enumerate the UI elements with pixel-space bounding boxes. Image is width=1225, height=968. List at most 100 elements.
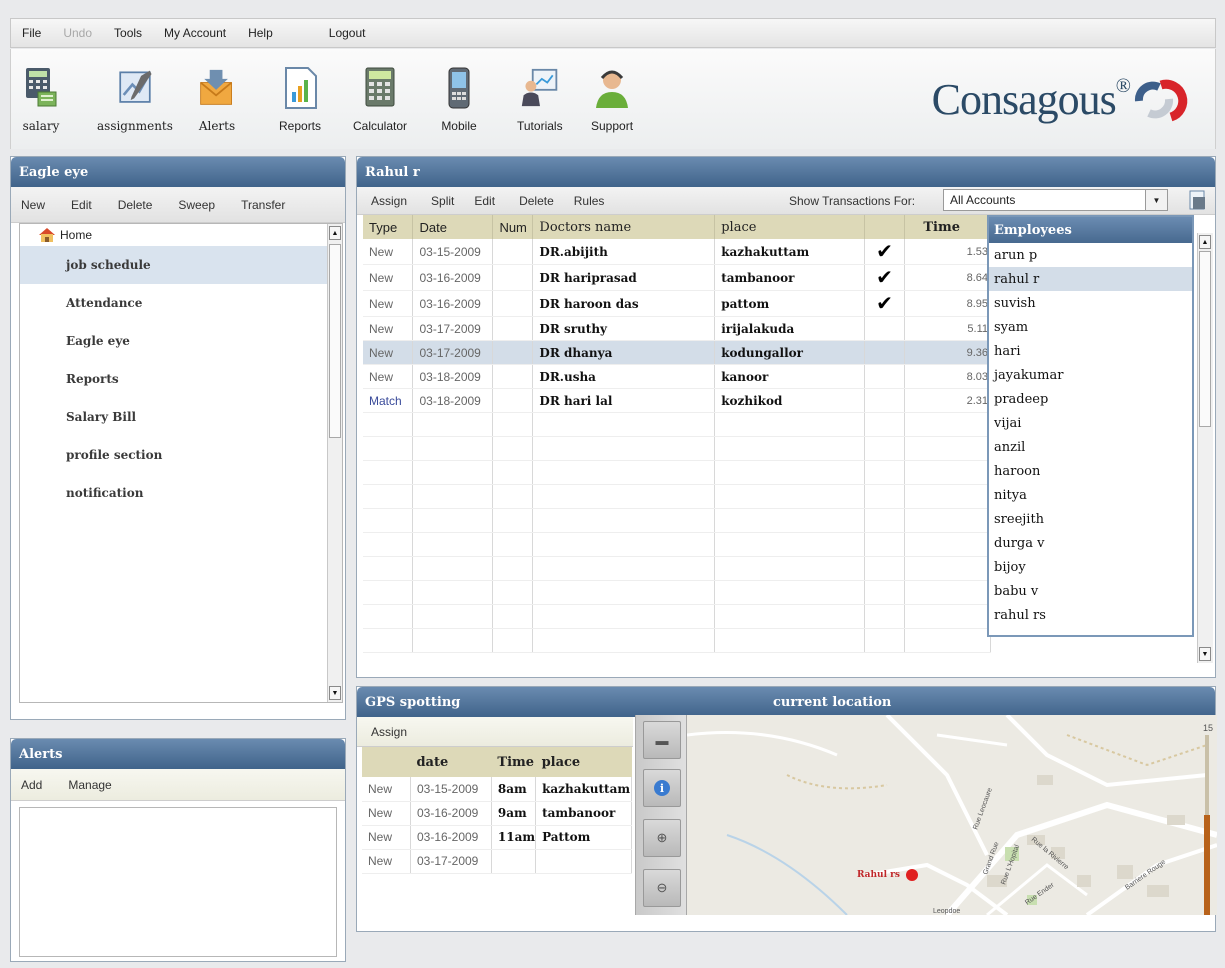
add-alert-button[interactable]: Add (11, 778, 52, 792)
assignments-button[interactable]: assignments (97, 65, 173, 133)
gps-col-date[interactable]: date (410, 747, 492, 777)
table-row[interactable] (363, 628, 991, 653)
list-item[interactable]: sreejith (989, 507, 1192, 531)
account-select[interactable]: All Accounts ▼ (943, 189, 1168, 211)
menu-file[interactable]: File (11, 26, 52, 40)
edit-button[interactable]: Edit (61, 198, 102, 212)
list-item[interactable]: arun p (989, 243, 1192, 267)
calculator-button[interactable]: Calculator (353, 65, 407, 133)
table-row[interactable]: New 03-17-2009 DR sruthy irijalakuda 5.11 (363, 316, 991, 341)
table-row[interactable]: New 03-16-2009 11am Pattom (362, 825, 632, 850)
list-item[interactable]: suvish (989, 291, 1192, 315)
col-doctors-name[interactable]: Doctors name (532, 215, 716, 239)
table-row[interactable] (363, 508, 991, 533)
location-map[interactable]: Rue Leocaure Grand Rue Rue L'Hopital Rue… (687, 715, 1217, 915)
tree-item-notification[interactable]: notification (20, 474, 342, 512)
gps-col-time[interactable]: Time (491, 747, 536, 777)
tree-home[interactable]: Home (20, 224, 342, 246)
scroll-thumb[interactable] (1199, 251, 1211, 427)
col-check (864, 215, 905, 239)
table-row[interactable]: Match 03-18-2009 DR hari lal kozhikod 2.31 (363, 388, 991, 413)
tree-item-profile-section[interactable]: profile section (20, 436, 342, 474)
table-row[interactable]: New 03-15-2009 DR.abijith kazhakuttam ✔ 1.53 (363, 239, 991, 265)
tree-item-job-schedule[interactable]: job schedule (20, 246, 342, 284)
table-row[interactable] (363, 556, 991, 581)
list-item[interactable]: durga v (989, 531, 1192, 555)
zoom-out-button[interactable]: ⊖ (643, 869, 681, 907)
table-row[interactable]: New 03-16-2009 DR hariprasad tambanoor ✔ 8.64 (363, 264, 991, 291)
scroll-up-icon[interactable]: ▲ (329, 226, 341, 240)
menu-my-account[interactable]: My Account (153, 26, 237, 40)
list-item[interactable]: vijai (989, 411, 1192, 435)
table-row[interactable] (363, 412, 991, 437)
register-options-icon[interactable] (1187, 189, 1209, 211)
menu-help[interactable]: Help (237, 26, 284, 40)
delete-transaction-button[interactable]: Delete (509, 194, 564, 208)
list-item[interactable]: babu v (989, 579, 1192, 603)
tutorials-button[interactable]: Tutorials (517, 65, 563, 133)
reports-button[interactable]: Reports (279, 65, 321, 133)
table-row[interactable] (363, 532, 991, 557)
tree-item-attendance[interactable]: Attendance (20, 284, 342, 322)
rules-button[interactable]: Rules (564, 194, 615, 208)
info-button[interactable]: i (643, 769, 681, 807)
scroll-down-icon[interactable]: ▼ (1199, 647, 1211, 661)
chevron-down-icon[interactable]: ▼ (1145, 190, 1167, 210)
transfer-button[interactable]: Transfer (231, 198, 295, 212)
mobile-button[interactable]: Mobile (439, 65, 479, 133)
salary-button[interactable]: salary (21, 65, 61, 133)
list-item[interactable]: haroon (989, 459, 1192, 483)
alerts-button[interactable]: Alerts (197, 65, 237, 133)
col-num[interactable]: Num (492, 215, 534, 239)
table-row[interactable] (363, 460, 991, 485)
list-item[interactable]: nitya (989, 483, 1192, 507)
table-row[interactable] (363, 580, 991, 605)
list-item[interactable]: hari (989, 339, 1192, 363)
col-place[interactable]: place (714, 215, 866, 239)
sweep-button[interactable]: Sweep (168, 198, 225, 212)
gps-cell-type: New (362, 801, 411, 826)
menu-tools[interactable]: Tools (103, 26, 153, 40)
scroll-thumb[interactable] (329, 244, 341, 438)
table-row[interactable] (363, 604, 991, 629)
new-button[interactable]: New (11, 198, 55, 212)
table-row[interactable] (363, 436, 991, 461)
table-row[interactable]: New 03-17-2009 DR dhanya kodungallor 9.36 (363, 340, 991, 365)
tree-scrollbar[interactable]: ▲ ▼ (327, 224, 342, 702)
assign-button[interactable]: Assign (361, 194, 417, 208)
list-item[interactable]: rahul r (989, 267, 1192, 291)
zoom-in-button[interactable]: ⊕ (643, 819, 681, 857)
col-type[interactable]: Type (363, 215, 414, 239)
list-item[interactable]: rahul rs (989, 603, 1192, 627)
scroll-down-icon[interactable]: ▼ (329, 686, 341, 700)
table-row[interactable]: New 03-17-2009 (362, 849, 632, 874)
support-button[interactable]: Support (591, 65, 633, 133)
table-row[interactable]: New 03-16-2009 9am tambanoor (362, 801, 632, 826)
list-item[interactable]: syam (989, 315, 1192, 339)
edit-transaction-button[interactable]: Edit (464, 194, 505, 208)
list-item[interactable]: pradeep (989, 387, 1192, 411)
col-date[interactable]: Date (412, 215, 494, 239)
menu-logout[interactable]: Logout (318, 26, 377, 40)
tree-item-eagle-eye[interactable]: Eagle eye (20, 322, 342, 360)
list-item[interactable]: bijoy (989, 555, 1192, 579)
list-item[interactable]: anzil (989, 435, 1192, 459)
table-row[interactable]: New 03-16-2009 DR haroon das pattom ✔ 8.95 (363, 290, 991, 317)
scroll-up-icon[interactable]: ▲ (1199, 235, 1211, 249)
location-marker-icon[interactable] (906, 869, 918, 881)
gps-col-place[interactable]: place (535, 747, 632, 777)
manage-alerts-button[interactable]: Manage (58, 778, 121, 792)
menu-undo[interactable]: Undo (52, 26, 103, 40)
tree-item-salary-bill[interactable]: Salary Bill (20, 398, 342, 436)
list-item[interactable]: jayakumar (989, 363, 1192, 387)
col-time[interactable]: Time (904, 215, 991, 239)
register-scrollbar[interactable]: ▲ ▼ (1197, 233, 1213, 663)
print-map-button[interactable]: ▬ (643, 721, 681, 759)
delete-button[interactable]: Delete (108, 198, 163, 212)
split-button[interactable]: Split (421, 194, 464, 208)
table-row[interactable]: New 03-18-2009 DR.usha kanoor 8.03 (363, 364, 991, 389)
gps-assign-button[interactable]: Assign (361, 725, 417, 739)
table-row[interactable]: New 03-15-2009 8am kazhakuttam (362, 777, 632, 802)
table-row[interactable] (363, 484, 991, 509)
tree-item-reports[interactable]: Reports (20, 360, 342, 398)
